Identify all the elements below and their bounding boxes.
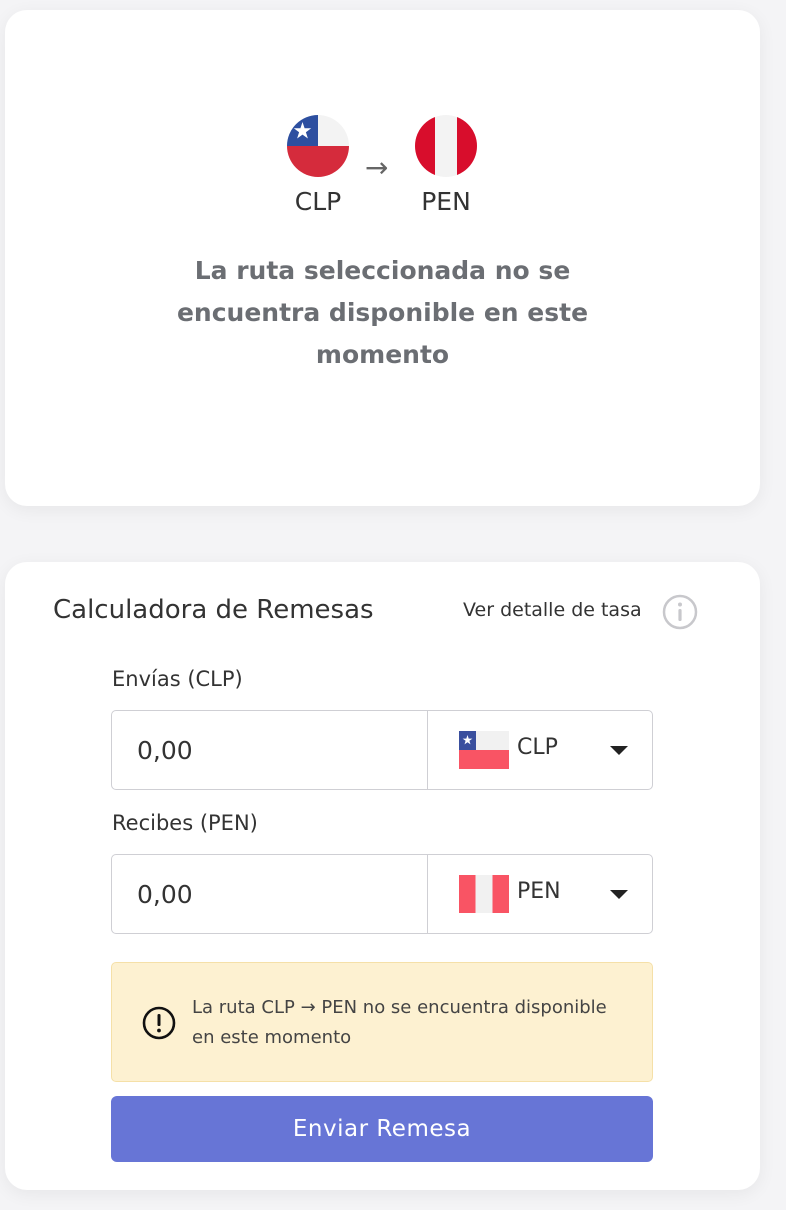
chevron-down-icon (610, 746, 628, 755)
chile-flag-icon (287, 115, 349, 177)
remittance-calculator-card: Calculadora de Remesas Ver detalle de ta… (5, 562, 760, 1190)
route-arrow-icon: → (365, 151, 389, 184)
peru-flag-icon (459, 875, 509, 913)
rate-detail-link[interactable]: Ver detalle de tasa (463, 599, 642, 621)
warning-text: La ruta CLP → PEN no se encuentra dispon… (192, 997, 607, 1048)
exclamation-circle-icon (142, 1006, 176, 1040)
receive-amount-input[interactable] (111, 854, 428, 934)
peru-flag-icon (415, 115, 477, 177)
to-currency-code: PEN (421, 187, 471, 216)
send-remittance-button[interactable]: Enviar Remesa (111, 1096, 653, 1162)
chile-flag-icon (459, 731, 509, 769)
receive-amount-label: Recibes (PEN) (112, 811, 258, 835)
route-unavailable-message: La ruta seleccionada no se encuentra dis… (176, 256, 589, 369)
route-status-card: → CLP PEN La ruta seleccionada no se enc… (5, 10, 760, 506)
send-currency-select[interactable]: CLP (427, 710, 653, 790)
info-circle-icon[interactable] (662, 594, 698, 630)
calculator-title: Calculadora de Remesas (53, 595, 374, 625)
send-amount-input[interactable] (111, 710, 428, 790)
send-currency-code: CLP (517, 735, 558, 760)
receive-currency-select[interactable]: PEN (427, 854, 653, 934)
route-header: → CLP PEN (5, 115, 760, 225)
route-warning-alert: La ruta CLP → PEN no se encuentra dispon… (111, 962, 653, 1082)
send-amount-label: Envías (CLP) (112, 667, 243, 691)
chevron-down-icon (610, 890, 628, 899)
from-currency-code: CLP (294, 187, 342, 216)
receive-currency-code: PEN (517, 879, 561, 904)
